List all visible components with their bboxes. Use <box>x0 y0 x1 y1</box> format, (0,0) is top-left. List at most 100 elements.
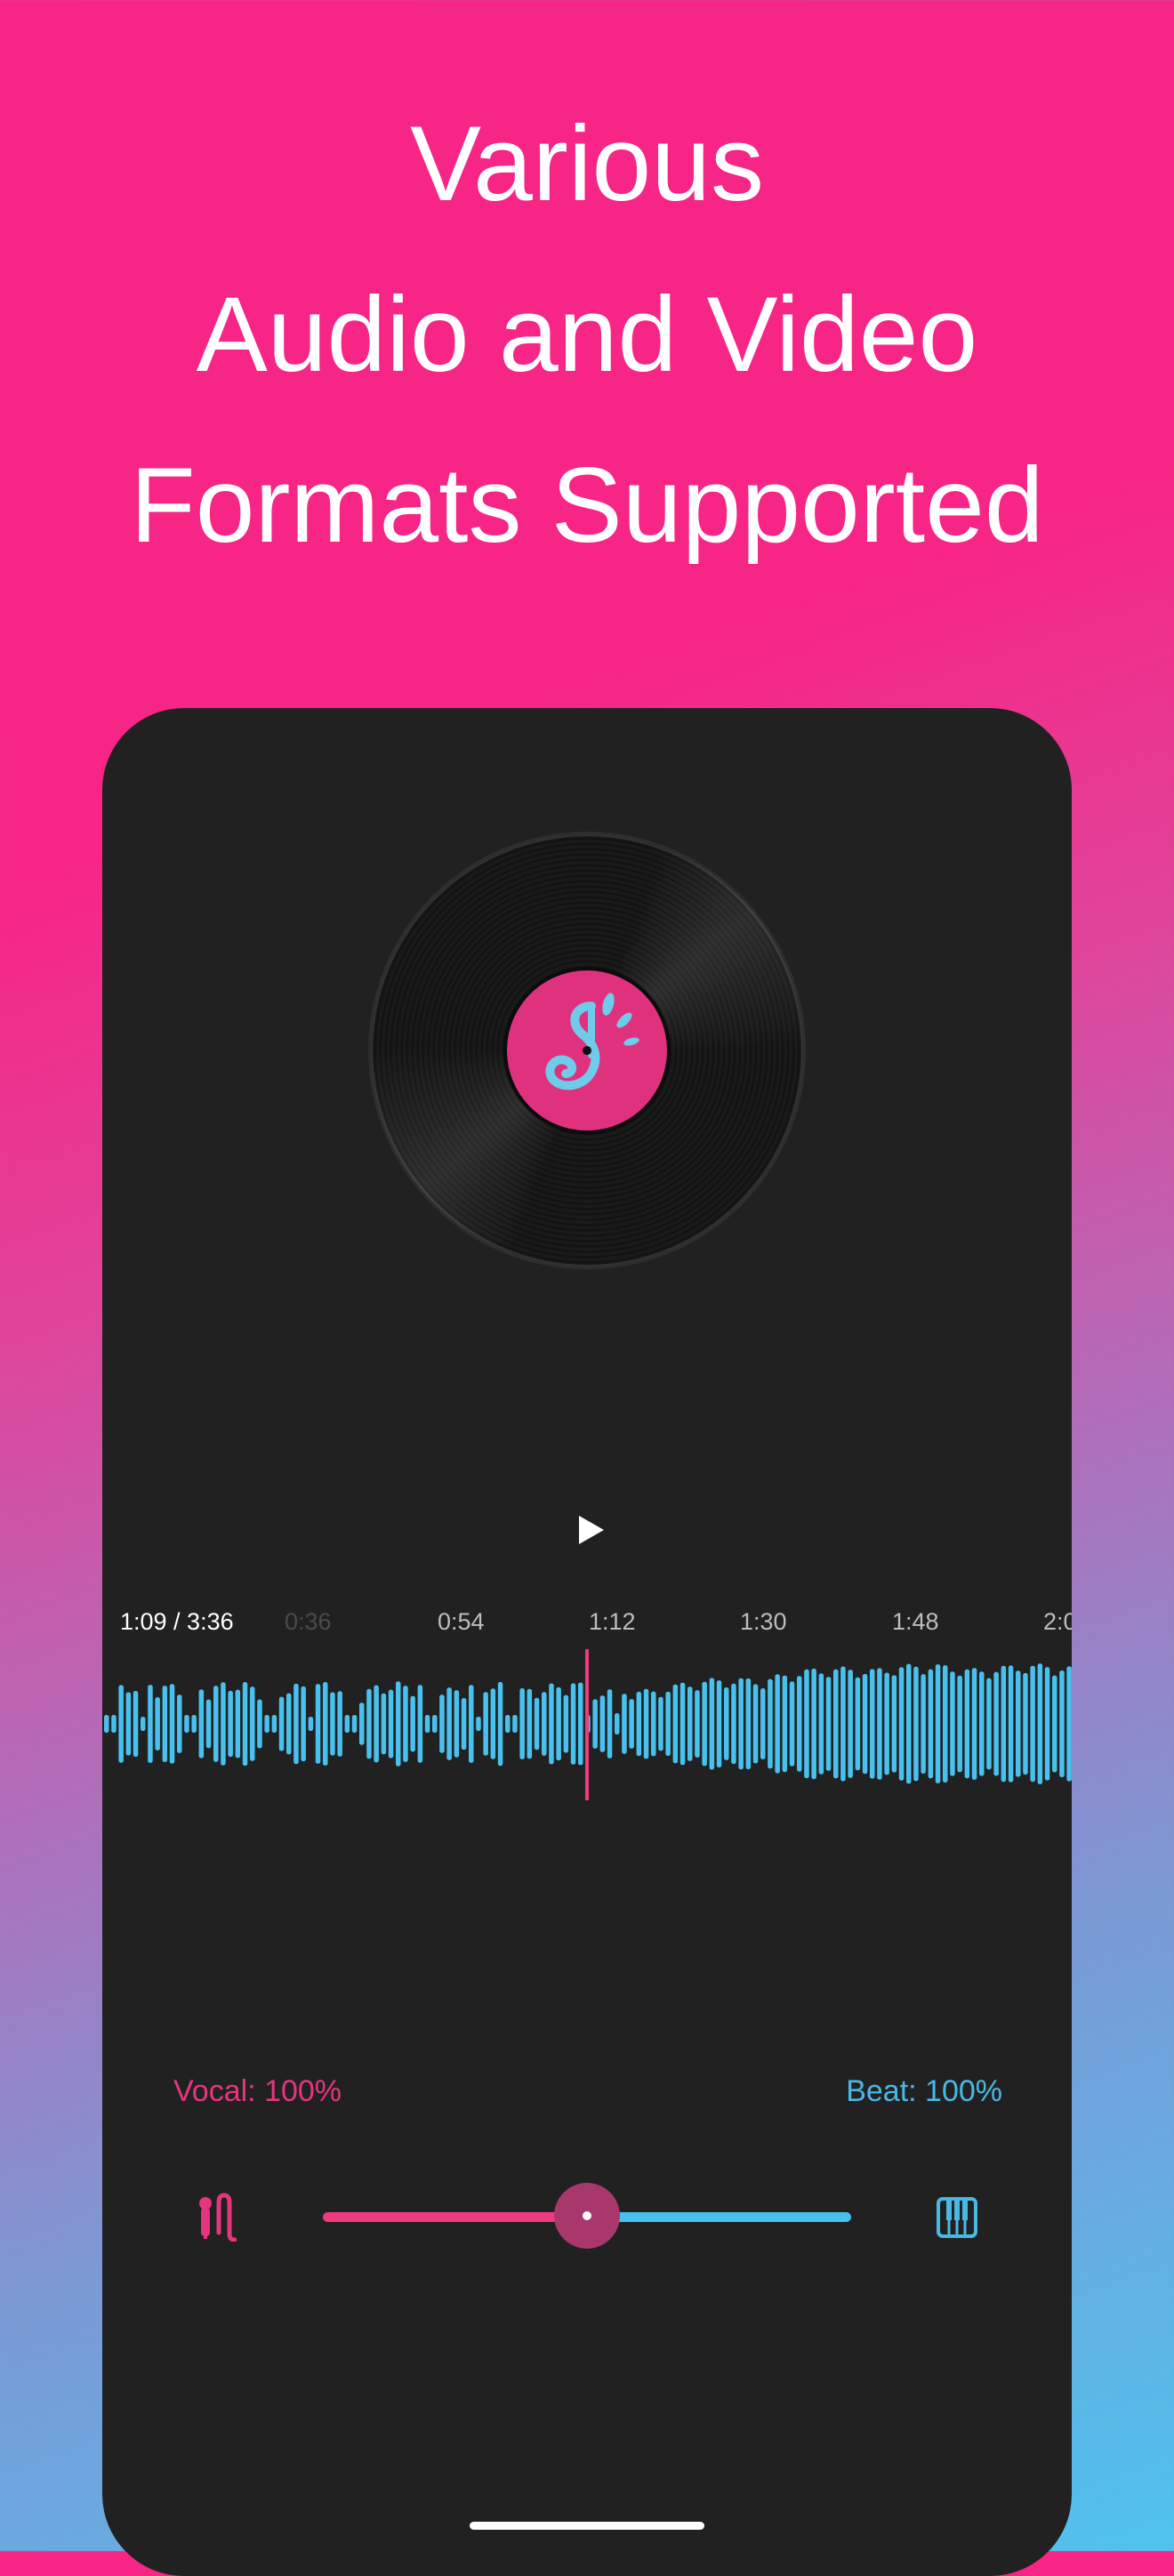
waveform-bar <box>235 1689 241 1759</box>
waveform-bar <box>672 1684 679 1764</box>
waveform-bar <box>957 1675 962 1773</box>
waveform-bar <box>1059 1670 1065 1777</box>
waveform-bar <box>789 1681 795 1767</box>
waveform-bar <box>891 1675 897 1773</box>
waveform-bar <box>768 1678 773 1769</box>
waveform-bar <box>294 1683 299 1765</box>
waveform-bar <box>1030 1665 1035 1783</box>
waveform-bar <box>542 1692 547 1756</box>
slider-thumb[interactable] <box>554 2183 620 2249</box>
waveform-bar <box>935 1664 941 1783</box>
audio-waveform[interactable] <box>102 1642 1072 1820</box>
current-time: 1:09 / 3:36 <box>120 1608 234 1635</box>
waveform-bar <box>549 1683 554 1765</box>
waveform-bar <box>1037 1663 1043 1784</box>
waveform-bar <box>688 1686 693 1761</box>
waveform-bar <box>745 1678 752 1769</box>
waveform-bar <box>993 1671 999 1776</box>
waveform-bar <box>1008 1665 1014 1783</box>
waveform-bar <box>323 1682 328 1766</box>
waveform-bar <box>986 1678 992 1770</box>
waveform-bar <box>148 1685 153 1763</box>
vocal-level-label: Vocal: 100% <box>173 2074 342 2108</box>
waveform-bar <box>1052 1675 1057 1773</box>
timeline-tick: 1:12 <box>589 1608 636 1635</box>
waveform-bar <box>943 1665 948 1783</box>
waveform-bar <box>155 1697 160 1751</box>
waveform-bar <box>563 1695 569 1753</box>
waveform-bar <box>512 1715 518 1733</box>
waveform-bar <box>417 1685 423 1763</box>
waveform-bar <box>446 1687 452 1760</box>
waveform-bar <box>775 1674 780 1774</box>
waveform-bar <box>221 1682 226 1766</box>
waveform-bar <box>760 1688 766 1759</box>
play-button[interactable] <box>574 1512 609 1548</box>
waveform-bar <box>483 1692 488 1756</box>
waveform-bar <box>928 1669 934 1779</box>
timeline-tick: 2:0 <box>1043 1608 1072 1635</box>
vocal-beat-balance-slider[interactable] <box>323 2183 851 2250</box>
waveform-bar <box>1016 1670 1021 1777</box>
waveform-bar <box>921 1674 926 1774</box>
microphone-icon[interactable] <box>196 2192 237 2242</box>
waveform-bar <box>629 1699 634 1749</box>
waveform-bar <box>797 1676 802 1772</box>
playhead[interactable] <box>585 1649 589 1800</box>
waveform-bar <box>658 1696 663 1751</box>
waveform-bar <box>527 1688 533 1759</box>
waveform-bar <box>497 1681 503 1767</box>
home-indicator[interactable] <box>470 2522 704 2530</box>
waveform-bar <box>811 1668 816 1780</box>
waveform-bar <box>738 1678 744 1770</box>
waveform-bar <box>228 1690 233 1758</box>
waveform-bar <box>643 1688 649 1759</box>
waveform-bar <box>913 1666 919 1782</box>
waveform-bar <box>257 1699 262 1749</box>
waveform-bar <box>833 1669 839 1779</box>
waveform-bar <box>840 1666 846 1782</box>
waveform-bar <box>665 1691 671 1756</box>
waveform-bar <box>752 1684 759 1764</box>
piano-icon[interactable] <box>937 2197 977 2238</box>
waveform-bar <box>271 1715 277 1733</box>
timeline-tick: 0:54 <box>438 1608 485 1635</box>
waveform-bar <box>979 1671 985 1776</box>
waveform-bar <box>177 1695 182 1753</box>
waveform-bar <box>424 1715 430 1733</box>
waveform-bar <box>141 1717 146 1731</box>
waveform-bar <box>118 1685 124 1763</box>
waveform-bar <box>344 1715 350 1733</box>
waveform-bar <box>636 1691 642 1757</box>
waveform-bar <box>198 1689 205 1759</box>
timeline-tick: 0:36 <box>285 1608 332 1635</box>
waveform-bar <box>534 1697 540 1751</box>
waveform-bar <box>184 1715 189 1733</box>
slider-thumb-dot <box>583 2211 591 2220</box>
waveform-bar <box>599 1695 606 1752</box>
waveform-bar <box>1066 1666 1072 1782</box>
waveform-bar <box>388 1689 394 1759</box>
waveform-bar <box>825 1677 832 1771</box>
waveform-bar <box>410 1695 415 1752</box>
waveform-bar <box>651 1691 656 1757</box>
music-note-logo-icon <box>545 993 639 1091</box>
waveform-bar <box>855 1677 861 1771</box>
waveform-bar <box>133 1691 139 1757</box>
waveform-bar <box>250 1686 255 1761</box>
waveform-bar <box>476 1717 481 1731</box>
timeline-tick: 1:48 <box>892 1608 939 1635</box>
slider-track-vocal <box>323 2212 587 2222</box>
waveform-bar <box>286 1693 292 1755</box>
waveform-bar <box>264 1715 269 1733</box>
waveform-bar <box>381 1693 387 1755</box>
waveform-bar <box>848 1670 853 1778</box>
waveform-bar <box>213 1686 219 1762</box>
waveform-bar <box>505 1715 511 1733</box>
waveform-bar <box>782 1675 788 1773</box>
waveform-bar <box>906 1663 912 1784</box>
headline-line-2: Audio and Video <box>196 275 978 394</box>
waveform-bar <box>1023 1672 1028 1775</box>
waveform-bar <box>374 1685 379 1763</box>
waveform-bar <box>432 1715 438 1733</box>
